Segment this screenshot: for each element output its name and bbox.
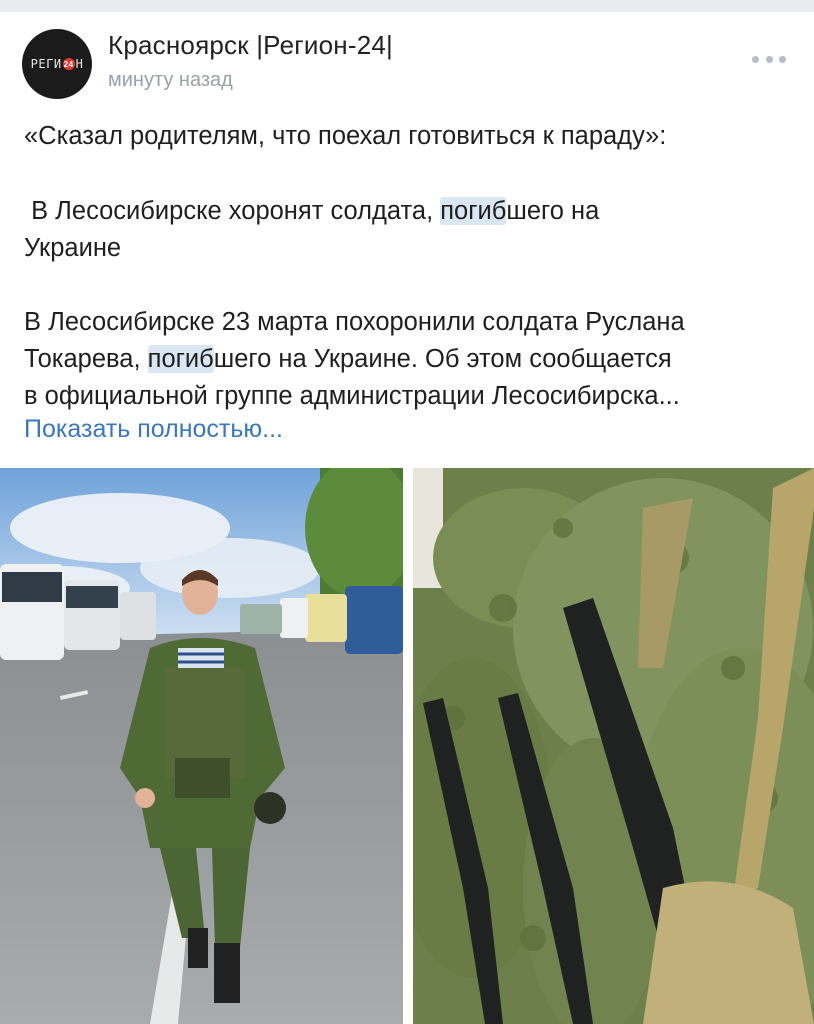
photo-soldier-street-image [0,468,403,1024]
avatar-logo: РЕГИ 24 Н [31,57,84,71]
headline-text: «Сказал родителям, что поехал готовиться… [24,122,667,150]
search-highlight: погиб [147,345,214,373]
photo-soldiers-rifles-image [413,468,814,1024]
para2-line2: Украине [24,234,122,262]
post-text-headline: «Сказал родителям, что поехал готовиться… [24,118,804,155]
para3-line2-before: Токарева, [24,345,148,373]
search-highlight: погиб [440,197,507,225]
post-timestamp[interactable]: минуту назад [108,69,233,92]
post-card: РЕГИ 24 Н Красноярск |Регион-24| минуту … [0,12,814,1024]
photo-divider [403,468,413,1024]
avatar-logo-text: РЕГИ [30,57,62,71]
show-more-link[interactable]: Показать полностью... [24,415,283,444]
author-name[interactable]: Красноярск |Регион-24| [108,30,393,61]
photo-soldiers-rifles[interactable] [413,468,814,1024]
avatar-logo-text-end: Н [75,57,84,71]
ellipsis-icon[interactable] [752,52,786,66]
para2-text-after: шего на [506,197,600,225]
post-text-paragraph-3: В Лесосибирске 23 марта похоронили солда… [24,304,804,415]
avatar-logo-badge: 24 [62,58,75,70]
top-bar [0,0,814,12]
photo-soldier-street[interactable] [0,468,403,1024]
para3-line3: в официальной группе администрации Лесос… [24,382,680,410]
dot [752,55,759,63]
para2-text-before: В Лесосибирске хоронят солдата, [24,197,441,225]
para3-line1: В Лесосибирске 23 марта похоронили солда… [24,308,685,336]
community-avatar[interactable]: РЕГИ 24 Н [22,29,92,99]
dot [779,55,786,63]
post-text-paragraph-2: В Лесосибирске хоронят солдата, погибшег… [24,193,804,267]
dot [765,55,773,63]
para3-line2-after: шего на Украине. Об этом сообщается [213,345,672,373]
